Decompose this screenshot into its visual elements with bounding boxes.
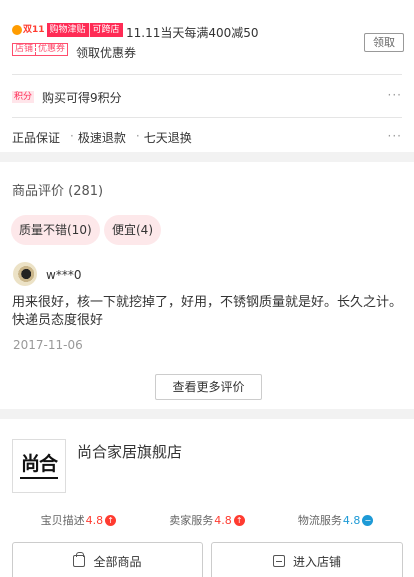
flat-indicator-icon: − bbox=[362, 514, 374, 526]
store-section: 尚合 尚合家居旗舰店 宝贝描述 4.8 ↑ 卖家服务 4.8 ↑ 物流服务 4.… bbox=[0, 419, 414, 577]
claim-coupon-button[interactable]: 领取 bbox=[364, 33, 404, 52]
rating-service: 卖家服务 4.8 ↑ bbox=[169, 512, 245, 528]
store-logo-text: 尚合 bbox=[20, 452, 58, 475]
promo-text: 11.11当天每满400减50 bbox=[126, 26, 259, 40]
reviews-title[interactable]: 商品评价 (281) bbox=[12, 180, 103, 199]
rating-logistics: 物流服务 4.8 − bbox=[298, 512, 374, 528]
reviewer-avatar bbox=[13, 262, 37, 286]
rating-value: 4.8 bbox=[214, 513, 232, 527]
subsidy-label: 购物津贴 bbox=[46, 23, 89, 37]
store-ratings: 宝贝描述 4.8 ↑ 卖家服务 4.8 ↑ 物流服务 4.8 − bbox=[0, 512, 414, 528]
rating-label: 物流服务 bbox=[297, 514, 342, 527]
store-name[interactable]: 尚合家居旗舰店 bbox=[77, 441, 182, 462]
guarantee-fast-refund: 极速退款 bbox=[77, 131, 126, 145]
enter-store-label: 进入店铺 bbox=[292, 554, 341, 569]
review-tag-cheap[interactable]: 便宜(4) bbox=[104, 215, 161, 245]
separator-dot: · bbox=[70, 129, 74, 143]
points-tag: 积分 bbox=[12, 91, 35, 103]
guarantee-authentic: 正品保证 bbox=[12, 131, 61, 145]
reviewer-name: w***0 bbox=[46, 268, 82, 282]
coupon-tag-store: 店铺 bbox=[15, 44, 34, 54]
review-tag-quality[interactable]: 质量不错(10) bbox=[11, 215, 100, 245]
guarantees[interactable]: 正品保证 · 极速退款 · 七天退换 bbox=[12, 129, 202, 146]
guarantees-more-icon[interactable]: ··· bbox=[388, 129, 402, 143]
double11-label: 双11 bbox=[23, 25, 45, 35]
store-logo[interactable]: 尚合 bbox=[12, 439, 66, 493]
store-icon bbox=[272, 555, 285, 567]
all-products-button[interactable]: 全部商品 bbox=[12, 542, 203, 577]
review-text: 用来很好，核一下就挖掉了，好用，不锈钢质量就是好。长久之计。快递员态度很好 bbox=[12, 295, 403, 328]
coupon-badge: 店铺 优惠券 bbox=[12, 43, 69, 56]
more-reviews-button[interactable]: 查看更多评价 bbox=[155, 374, 262, 400]
cross-store-label: 可跨店 bbox=[88, 23, 123, 37]
double11-logo: 双11 bbox=[12, 23, 47, 37]
review-date: 2017-11-06 bbox=[13, 338, 83, 352]
guarantee-7day-return: 七天退换 bbox=[143, 131, 192, 145]
divider bbox=[12, 117, 402, 118]
enter-store-button[interactable]: 进入店铺 bbox=[211, 542, 403, 577]
rating-label: 宝贝描述 bbox=[40, 514, 85, 527]
double11-badge: 双11 购物津贴 可跨店 bbox=[12, 23, 123, 37]
promotions-section: 双11 购物津贴 可跨店 11.11当天每满400减50 店铺 优惠券 领取优惠… bbox=[0, 0, 414, 152]
rating-label: 卖家服务 bbox=[169, 514, 214, 527]
all-products-label: 全部商品 bbox=[93, 554, 142, 569]
shopping-bag-icon bbox=[73, 552, 86, 567]
rating-value: 4.8 bbox=[342, 513, 361, 527]
rating-value: 4.8 bbox=[85, 513, 104, 527]
double11-icon bbox=[12, 25, 22, 35]
reviews-section: 商品评价 (281) 质量不错(10) 便宜(4) w***0 用来很好，核一下… bbox=[0, 162, 414, 409]
rating-description: 宝贝描述 4.8 ↑ bbox=[41, 512, 117, 528]
up-arrow-icon: ↑ bbox=[105, 514, 117, 526]
store-logo-underline bbox=[20, 476, 58, 479]
divider bbox=[12, 74, 402, 75]
points-text: 购买可得9积分 bbox=[42, 91, 122, 105]
coupon-tag-coupon: 优惠券 bbox=[35, 44, 67, 55]
separator-dot: · bbox=[135, 129, 140, 143]
points-more-icon[interactable]: ··· bbox=[388, 88, 402, 102]
up-arrow-icon: ↑ bbox=[233, 514, 245, 526]
coupon-text[interactable]: 领取优惠券 bbox=[76, 44, 136, 61]
